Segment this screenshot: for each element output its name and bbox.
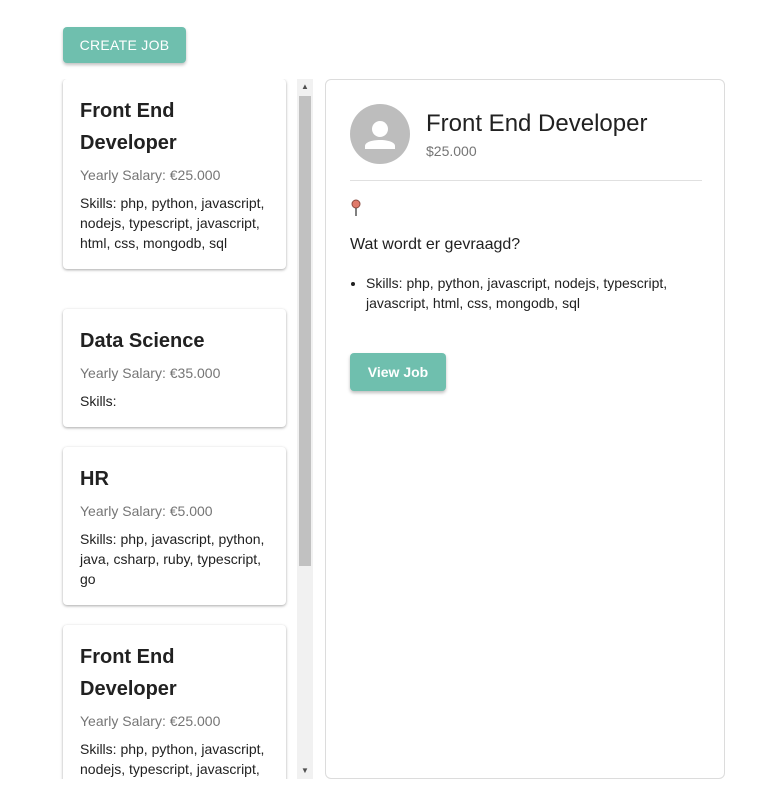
map-pin-icon [351, 199, 361, 216]
job-card[interactable]: Front End Developer Yearly Salary: €25.0… [63, 625, 286, 779]
job-title: Data Science [80, 330, 205, 352]
avatar [350, 104, 410, 164]
job-list-scrollbar[interactable]: ▲ ▼ [297, 79, 313, 779]
job-skills: Skills: php, javascript, python, java, c… [80, 531, 265, 587]
job-title: Front End Developer [80, 100, 177, 154]
list-item: Skills: php, python, javascript, nodejs,… [366, 273, 706, 313]
job-skills: Skills: [80, 393, 117, 409]
scroll-thumb[interactable] [299, 96, 311, 566]
divider [350, 180, 702, 181]
job-salary: Yearly Salary: €25.000 [80, 713, 221, 729]
scroll-down-arrow-icon[interactable]: ▼ [297, 763, 313, 779]
job-salary: Yearly Salary: €25.000 [80, 167, 221, 183]
job-list[interactable]: Front End Developer Yearly Salary: €25.0… [55, 79, 297, 779]
create-job-button[interactable]: CREATE JOB [63, 27, 186, 63]
job-card[interactable]: Front End Developer Yearly Salary: €25.0… [63, 79, 286, 269]
job-skills: Skills: php, python, javascript, nodejs,… [80, 195, 265, 251]
job-salary: Yearly Salary: €5.000 [80, 503, 213, 519]
detail-salary: $25.000 [426, 143, 477, 159]
job-title: Front End Developer [80, 646, 177, 700]
scroll-up-arrow-icon[interactable]: ▲ [297, 79, 313, 95]
job-title: HR [80, 468, 109, 490]
person-icon [365, 121, 395, 149]
detail-title: Front End Developer [426, 110, 648, 137]
view-job-button[interactable]: View Job [350, 353, 446, 391]
job-skills: Skills: php, python, javascript, nodejs,… [80, 741, 265, 777]
job-card[interactable]: HR Yearly Salary: €5.000 Skills: php, ja… [63, 447, 286, 605]
job-card[interactable]: Data Science Yearly Salary: €35.000 Skil… [63, 309, 286, 427]
detail-requirements-list: Skills: php, python, javascript, nodejs,… [350, 273, 706, 313]
job-salary: Yearly Salary: €35.000 [80, 365, 221, 381]
job-detail-panel: Front End Developer $25.000 Wat wordt er… [325, 79, 725, 779]
detail-question: Wat wordt er gevraagd? [350, 236, 521, 253]
